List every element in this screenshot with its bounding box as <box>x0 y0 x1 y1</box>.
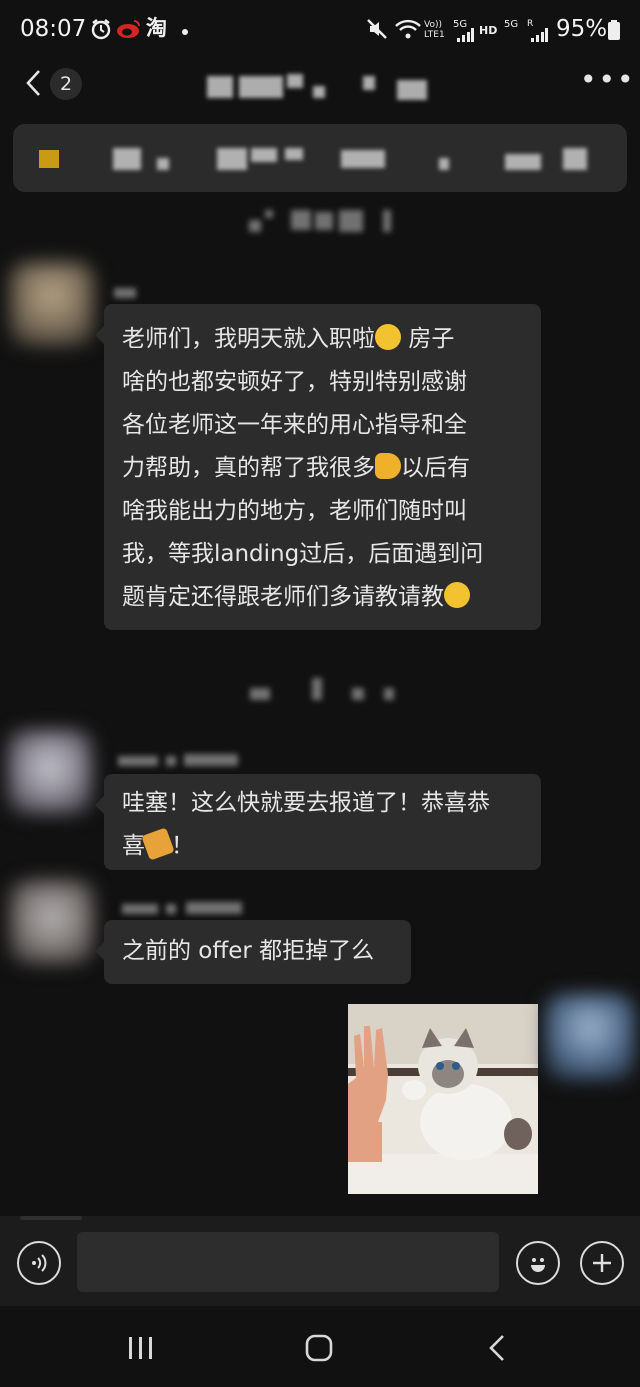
monocle-face-emoji-icon <box>444 582 470 608</box>
message-text: 各位老师这一年来的用心指导和全 <box>122 412 467 438</box>
party-popper-emoji-icon <box>141 827 175 861</box>
sender-name <box>122 902 244 914</box>
grinning-emoji-icon <box>375 324 401 350</box>
battery-icon <box>608 20 620 44</box>
message-text: 题肯定还得跟老师们多请教请教 <box>122 584 444 610</box>
avatar[interactable] <box>545 994 635 1080</box>
message-text: 力帮助，真的帮了我很多 <box>122 455 375 481</box>
message-text: 老师们，我明天就入职啦 <box>122 326 375 352</box>
sender-name <box>118 754 242 766</box>
pinned-notice-text <box>93 146 593 172</box>
voice-input-button[interactable] <box>17 1241 61 1285</box>
system-nav-bar <box>0 1306 640 1387</box>
pinned-notice-bar[interactable] <box>13 124 627 192</box>
wifi-icon <box>394 18 422 45</box>
chat-title <box>205 72 435 102</box>
status-time: 08:07 <box>20 16 87 42</box>
unread-count-badge: 2 <box>50 68 82 100</box>
taobao-icon: 淘 <box>146 16 167 40</box>
message-text: ！ <box>171 833 194 859</box>
avatar[interactable] <box>8 730 92 814</box>
smiley-icon <box>531 1258 545 1272</box>
pin-marker-icon <box>39 150 59 168</box>
message-bubble[interactable]: 之前的 offer 都拒掉了么 <box>95 920 411 984</box>
plus-icon <box>593 1254 611 1272</box>
emoji-button[interactable] <box>516 1241 560 1285</box>
voice-icon <box>32 1254 47 1272</box>
mute-icon <box>366 18 388 45</box>
chat-header: 2 ••• <box>0 60 640 110</box>
net-label-2: 5G <box>504 19 519 30</box>
message-input[interactable] <box>77 1232 499 1292</box>
message-text: 啥我能出力的地方，老师们随时叫 <box>122 498 467 524</box>
volte-label: Vo)) LTE1 <box>424 20 445 40</box>
notification-dot <box>182 29 188 35</box>
message-text: 房子 <box>408 326 455 352</box>
sender-name <box>114 288 136 298</box>
hd-label: HD <box>479 24 498 37</box>
scroll-indicator <box>20 1216 82 1220</box>
avatar[interactable] <box>10 880 94 964</box>
message-bubble[interactable]: 哇塞！这么快就要去报道了！恭喜恭 喜！ <box>95 774 541 870</box>
recent-apps-button[interactable] <box>128 1336 154 1364</box>
message-text: 啥的也都安顿好了，特别特别感谢 <box>122 369 467 395</box>
message-bubble[interactable]: 老师们，我明天就入职啦 房子 啥的也都安顿好了，特别特别感谢 各位老师这一年来的… <box>95 304 541 630</box>
weibo-icon <box>116 18 142 45</box>
alarm-icon <box>90 18 112 45</box>
message-text: 之前的 offer 都拒掉了么 <box>122 938 375 964</box>
avatar[interactable] <box>10 262 94 346</box>
high-five-cat-sticker[interactable] <box>348 1004 538 1194</box>
battery-percent: 95% <box>556 16 608 42</box>
back-nav-button[interactable] <box>488 1334 506 1366</box>
add-button[interactable] <box>580 1241 624 1285</box>
back-button[interactable] <box>24 68 42 102</box>
more-options-icon[interactable]: ••• <box>580 66 636 94</box>
signal-icon <box>456 27 474 46</box>
system-timestamp <box>248 678 398 702</box>
message-text: 我，等我landing过后，后面遇到问 <box>122 541 484 567</box>
message-text: 哇塞！这么快就要去报道了！恭喜恭 <box>122 790 490 816</box>
pointing-hand-emoji-icon <box>375 453 401 479</box>
signal-icon <box>530 27 548 46</box>
home-button[interactable] <box>305 1334 333 1366</box>
status-bar: 08:07 淘 Vo)) LTE1 5G HD 5G R 95% <box>0 0 640 60</box>
system-timestamp <box>245 208 405 234</box>
message-text: 以后有 <box>401 455 470 481</box>
